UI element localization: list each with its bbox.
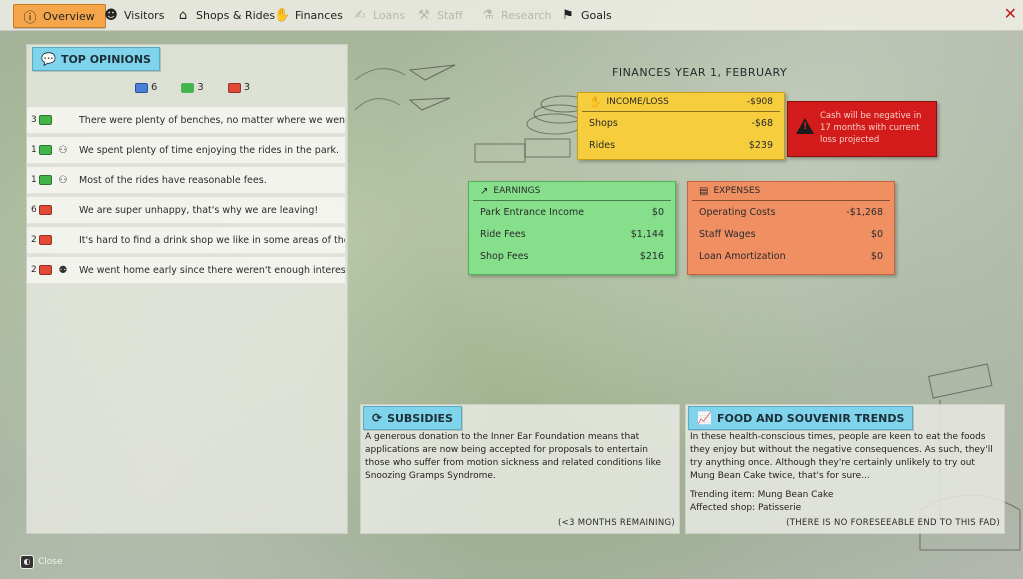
subsidies-header: ⟳ SUBSIDIES <box>363 406 462 430</box>
tab-label: Shops & Rides <box>196 8 276 22</box>
tab-label: Research <box>501 8 552 22</box>
affected-shop: Affected shop: Patisserie <box>690 503 802 513</box>
tab-loans: ✍ Loans <box>352 4 406 26</box>
top-nav-bar: ⓘ Overview ☻ Visitors ⌂ Shops & Rides ✋ … <box>0 0 1023 31</box>
mouse-button-icon: ◐ <box>20 555 34 569</box>
tab-goals[interactable]: ⚑ Goals <box>560 4 612 26</box>
tab-label: Finances <box>295 8 343 22</box>
tab-label: Visitors <box>124 8 165 22</box>
positive-opinion-icon <box>39 145 52 155</box>
cash-warning-text: Cash will be negative in 17 months with … <box>820 111 922 145</box>
subsidies-panel: ⟳ SUBSIDIES A generous donation to the I… <box>360 404 680 534</box>
neutral-count: 6 <box>135 82 157 93</box>
trends-description: In these health-conscious times, people … <box>690 432 993 481</box>
earnings-header: ↗ EARNINGS <box>473 182 671 201</box>
tab-label: Loans <box>373 8 406 22</box>
speech-bubble-icon: 💬 <box>41 52 56 66</box>
hand-coin-icon: ✋ <box>274 7 291 23</box>
chart-up-icon: ↗ <box>480 185 489 197</box>
opinion-row[interactable]: 2 It's hard to find a drink shop we like… <box>27 227 345 254</box>
opinions-panel: 💬 TOP OPINIONS 6 3 3 3 There were plenty… <box>26 44 348 534</box>
receipt-icon: ▤ <box>699 185 709 197</box>
tab-label: Staff <box>437 8 463 22</box>
negative-opinion-icon <box>39 235 52 245</box>
research-icon: ⚗ <box>482 7 494 23</box>
visitor-group-icon: ⚇ <box>58 144 68 156</box>
opinions-header: 💬 TOP OPINIONS <box>32 47 160 71</box>
opinion-counts: 6 3 3 <box>135 82 250 93</box>
close-window-icon[interactable]: ✕ <box>1004 4 1017 23</box>
rides-row: Rides $239 <box>589 139 773 151</box>
staff-icon: ⚒ <box>418 7 430 23</box>
tab-staff: ⚒ Staff <box>416 4 463 26</box>
subsidies-text: A generous donation to the Inner Ear Fou… <box>365 432 662 481</box>
warning-icon <box>796 118 814 134</box>
opinion-text: We went home early since there weren't e… <box>79 264 345 276</box>
info-circle-icon: ⓘ <box>23 10 37 26</box>
paper-plane-sketch-icon <box>354 64 456 111</box>
subsidies-remaining: (<3 MONTHS REMAINING) <box>558 518 675 528</box>
flag-icon: ⚑ <box>562 7 574 23</box>
family-group-icon: ⚉ <box>58 264 68 276</box>
income-loss-header: ✋ INCOME/LOSS -$908 <box>582 93 780 112</box>
tab-shops-rides[interactable]: ⌂ Shops & Rides <box>175 4 275 26</box>
trends-header: 📈 FOOD AND SOUVENIR TRENDS <box>688 406 914 430</box>
expenses-row: Staff Wages $0 <box>699 228 883 240</box>
opinion-row[interactable]: 1 ⚇ We spent plenty of time enjoying the… <box>27 137 345 164</box>
opinions-title: TOP OPINIONS <box>60 52 151 66</box>
trending-item: Trending item: Mung Bean Cake <box>690 490 834 500</box>
earnings-row: Shop Fees $216 <box>480 250 664 262</box>
negative-opinion-icon <box>39 205 52 215</box>
loan-icon: ✍ <box>354 7 366 23</box>
opinion-text: There were plenty of benches, no matter … <box>79 114 345 126</box>
negative-opinion-icon <box>39 265 52 275</box>
trend-chart-icon: 📈 <box>697 411 712 425</box>
opinions-list: 3 There were plenty of benches, no matte… <box>27 107 345 287</box>
opinion-text: It's hard to find a drink shop we like i… <box>79 234 345 246</box>
income-loss-value: -$908 <box>746 97 773 107</box>
earnings-card: ↗ EARNINGS Park Entrance Income $0 Ride F… <box>468 181 676 275</box>
expenses-row: Loan Amortization $0 <box>699 250 883 262</box>
trends-panel: 📈 FOOD AND SOUVENIR TRENDS In these heal… <box>685 404 1005 534</box>
shops-row: Shops -$68 <box>589 117 773 129</box>
opinion-row[interactable]: 1 ⚇ Most of the rides have reasonable fe… <box>27 167 345 194</box>
negative-count: 3 <box>227 82 250 93</box>
hand-coin-icon: ✋ <box>589 96 602 108</box>
positive-count: 3 <box>181 82 204 93</box>
expenses-card: ▤ EXPENSES Operating Costs -$1,268 Staff … <box>687 181 895 275</box>
earnings-row: Ride Fees $1,144 <box>480 228 664 240</box>
opinion-text: We are super unhappy, that's why we are … <box>79 204 319 216</box>
opinion-text: We spent plenty of time enjoying the rid… <box>79 144 340 156</box>
tab-research: ⚗ Research <box>480 4 551 26</box>
tab-overview[interactable]: ⓘ Overview <box>13 4 106 28</box>
green-chip-icon <box>181 82 195 93</box>
expenses-row: Operating Costs -$1,268 <box>699 206 883 218</box>
opinion-row[interactable]: 2 ⚉ We went home early since there weren… <box>27 257 345 284</box>
finances-title: FINANCES YEAR 1, FEBRUARY <box>612 66 788 79</box>
shops-rides-icon: ⌂ <box>178 7 188 23</box>
cash-warning-box: Cash will be negative in 17 months with … <box>787 101 937 157</box>
tab-finances[interactable]: ✋ Finances <box>274 4 343 26</box>
positive-opinion-icon <box>39 175 52 185</box>
earnings-row: Park Entrance Income $0 <box>480 206 664 218</box>
positive-opinion-icon <box>39 115 52 125</box>
red-chip-icon <box>227 82 241 93</box>
opinion-text: Most of the rides have reasonable fees. <box>79 174 267 186</box>
visitor-group-icon: ⚇ <box>58 174 68 186</box>
close-button[interactable]: ◐ Close <box>20 555 63 569</box>
trends-text: In these health-conscious times, people … <box>690 431 996 515</box>
tab-label: Goals <box>581 8 612 22</box>
subsidy-icon: ⟳ <box>372 411 383 425</box>
income-loss-card: ✋ INCOME/LOSS -$908 Shops -$68 Rides $23… <box>577 92 785 160</box>
tab-label: Overview <box>43 9 95 23</box>
trends-duration: (THERE IS NO FORESEEABLE END TO THIS FAD… <box>786 518 1000 528</box>
blue-chip-icon <box>135 82 148 93</box>
close-label: Close <box>38 557 63 567</box>
visitors-icon: ☻ <box>104 7 118 23</box>
expenses-header: ▤ EXPENSES <box>692 182 890 201</box>
opinion-row[interactable]: 3 There were plenty of benches, no matte… <box>27 107 345 134</box>
tab-visitors[interactable]: ☻ Visitors <box>103 4 164 26</box>
opinion-row[interactable]: 6 We are super unhappy, that's why we ar… <box>27 197 345 224</box>
